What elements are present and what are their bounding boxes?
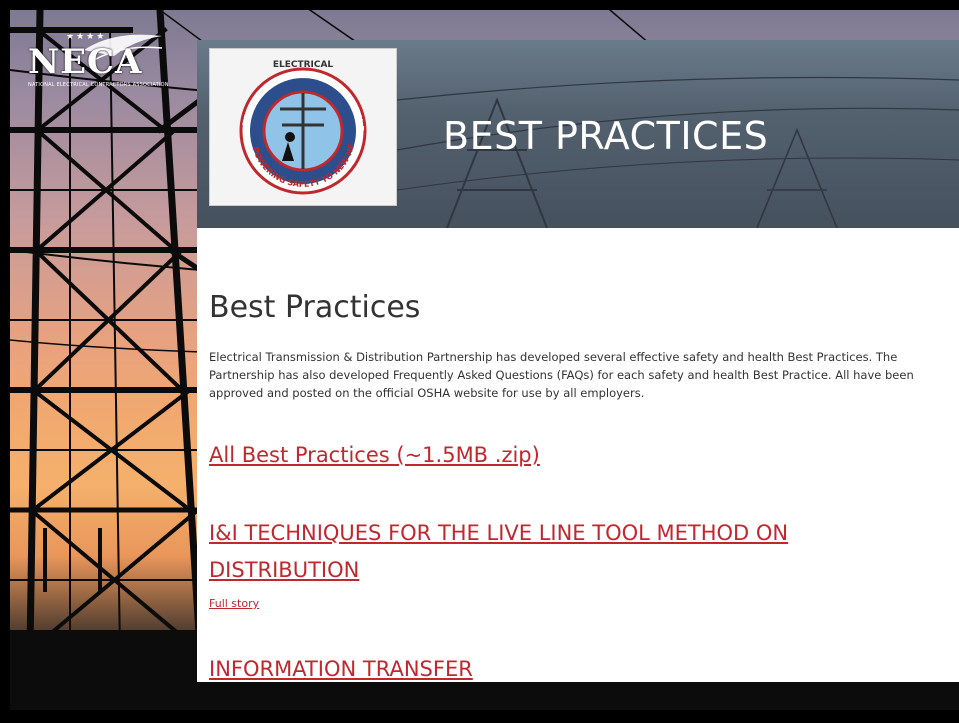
stars-icon: ★★★★	[66, 32, 107, 42]
neca-logo-text: NECA	[28, 42, 143, 82]
partnership-logo: TRANSMISSION & DISTRIBUTION PARTNERSHIP …	[209, 48, 397, 206]
intro-paragraph: Electrical Transmission & Distribution P…	[209, 350, 914, 400]
neca-logo-subtitle: NATIONAL ELECTRICAL CONTRACTORS ASSOCIAT…	[28, 82, 169, 88]
slide-frame: ★★★★ NECA NATIONAL ELECTRICAL CONTRACTOR…	[0, 0, 959, 723]
information-transfer-link[interactable]: INFORMATION TRANSFER	[209, 657, 473, 681]
page-title: Best Practices	[209, 290, 421, 325]
full-story-link[interactable]: Full story	[209, 597, 259, 610]
page-banner: TRANSMISSION & DISTRIBUTION PARTNERSHIP …	[197, 40, 959, 228]
partnership-seal-icon: TRANSMISSION & DISTRIBUTION PARTNERSHIP …	[210, 49, 367, 195]
banner-title: BEST PRACTICES	[443, 114, 769, 158]
website-screenshot-panel: TRANSMISSION & DISTRIBUTION PARTNERSHIP …	[197, 40, 959, 682]
partner-logo-top-text: ELECTRICAL	[273, 60, 334, 70]
ii-techniques-link[interactable]: I&I TECHNIQUES FOR THE LIVE LINE TOOL ME…	[209, 515, 909, 589]
all-best-practices-download-link[interactable]: All Best Practices (~1.5MB .zip)	[209, 443, 540, 467]
neca-logo: ★★★★ NECA NATIONAL ELECTRICAL CONTRACTOR…	[24, 32, 169, 92]
